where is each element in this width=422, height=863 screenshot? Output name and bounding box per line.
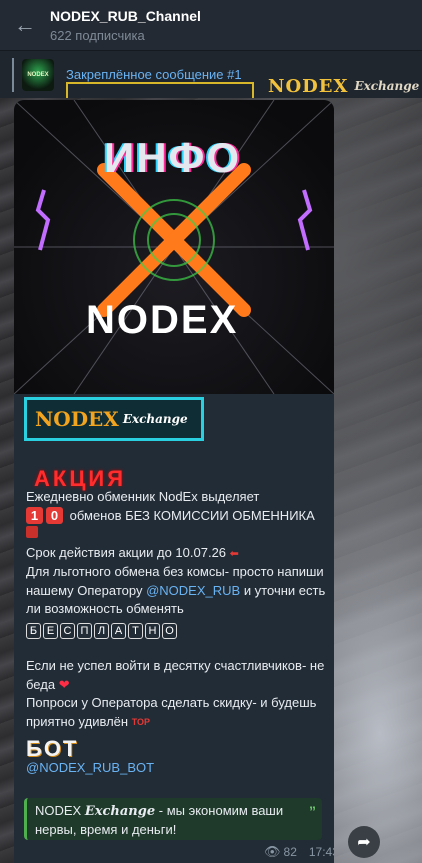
letter-box: Н bbox=[145, 622, 160, 639]
letter-box: П bbox=[77, 622, 92, 639]
text-line-1: Ежедневно обменник NodEx выделяет bbox=[26, 489, 260, 504]
number-0-icon: 0 bbox=[46, 506, 63, 524]
letter-box: Б bbox=[26, 622, 41, 639]
subscriber-count: 622 подписчика bbox=[50, 27, 145, 43]
badge-sub: Exchange bbox=[122, 412, 188, 426]
message-meta: 👁 82 17:43 bbox=[264, 844, 334, 860]
quote-block: NODEX Exchange - мы экономим ваши нервы,… bbox=[24, 798, 322, 840]
letter-box: О bbox=[162, 622, 177, 639]
text-line-7: Попроси у Оператора сделать скидку- и бу… bbox=[26, 695, 317, 729]
back-arrow-icon[interactable]: ← bbox=[0, 0, 50, 50]
message-time: 17:43 bbox=[308, 845, 334, 859]
pinned-indicator bbox=[12, 57, 14, 92]
pinned-logo: NODEX Exchange bbox=[268, 74, 419, 98]
chat-header: ← NODEX_RUB_Channel 622 подписчика bbox=[0, 0, 422, 50]
text-line-6: Если не успел войти в десятку счастливчи… bbox=[26, 658, 325, 692]
letter-box: Т bbox=[128, 622, 143, 639]
forward-icon[interactable]: ➦ bbox=[348, 826, 380, 858]
channel-name: NODEX_RUB_Channel bbox=[50, 7, 201, 24]
letter-box: С bbox=[60, 622, 75, 639]
letter-box: Л bbox=[94, 622, 109, 639]
nodex-logo-badge: NODEX Exchange bbox=[24, 397, 204, 441]
badge-main: NODEX bbox=[35, 407, 119, 431]
pinned-preview-frame bbox=[66, 82, 254, 98]
letter-box: А bbox=[111, 622, 126, 639]
text-line-2: обменов БЕЗ КОМИССИИ ОБМЕННИКА bbox=[69, 507, 315, 523]
quote-icon: ” bbox=[309, 803, 316, 819]
free-word: БЕСПЛАТНО bbox=[26, 621, 326, 640]
poster-image[interactable]: ИНФО NODEX bbox=[14, 100, 334, 394]
channel-info[interactable]: NODEX_RUB_Channel 622 подписчика bbox=[50, 8, 201, 43]
gift-icon bbox=[26, 526, 38, 538]
top-icon: TOP bbox=[131, 716, 151, 727]
text-line-3: Срок действия акции до 10.07.26 bbox=[26, 544, 227, 560]
bot-title: БОТ bbox=[26, 736, 79, 761]
poster-brand: NODEX bbox=[86, 298, 239, 342]
quote-prefix: NODEX bbox=[35, 803, 82, 818]
operator-mention-link[interactable]: @NODEX_RUB bbox=[146, 583, 240, 598]
pinned-logo-sub: Exchange bbox=[354, 79, 420, 93]
poster-title: ИНФО bbox=[104, 134, 242, 181]
pinned-thumbnail: NODEX bbox=[22, 58, 54, 91]
view-count: 82 bbox=[283, 845, 297, 859]
heart-icon: ❤ bbox=[58, 676, 70, 692]
message-text: Ежедневно обменник NodEx выделяет 10 обм… bbox=[26, 488, 326, 731]
pinned-title: Закреплённое сообщение #1 bbox=[66, 67, 242, 82]
arrow-left-icon: ⬅ bbox=[229, 547, 239, 560]
number-1-icon: 1 bbox=[26, 506, 43, 524]
eye-icon: 👁 bbox=[264, 844, 281, 859]
letter-box: Е bbox=[43, 622, 58, 639]
message-bubble: ИНФО NODEX NODEX Exchange АКЦИЯ Ежедневн… bbox=[14, 100, 334, 863]
quote-brand: Exchange bbox=[84, 804, 156, 819]
pinned-logo-main: NODEX bbox=[268, 75, 349, 97]
bot-link[interactable]: @NODEX_RUB_BOT bbox=[26, 760, 154, 775]
